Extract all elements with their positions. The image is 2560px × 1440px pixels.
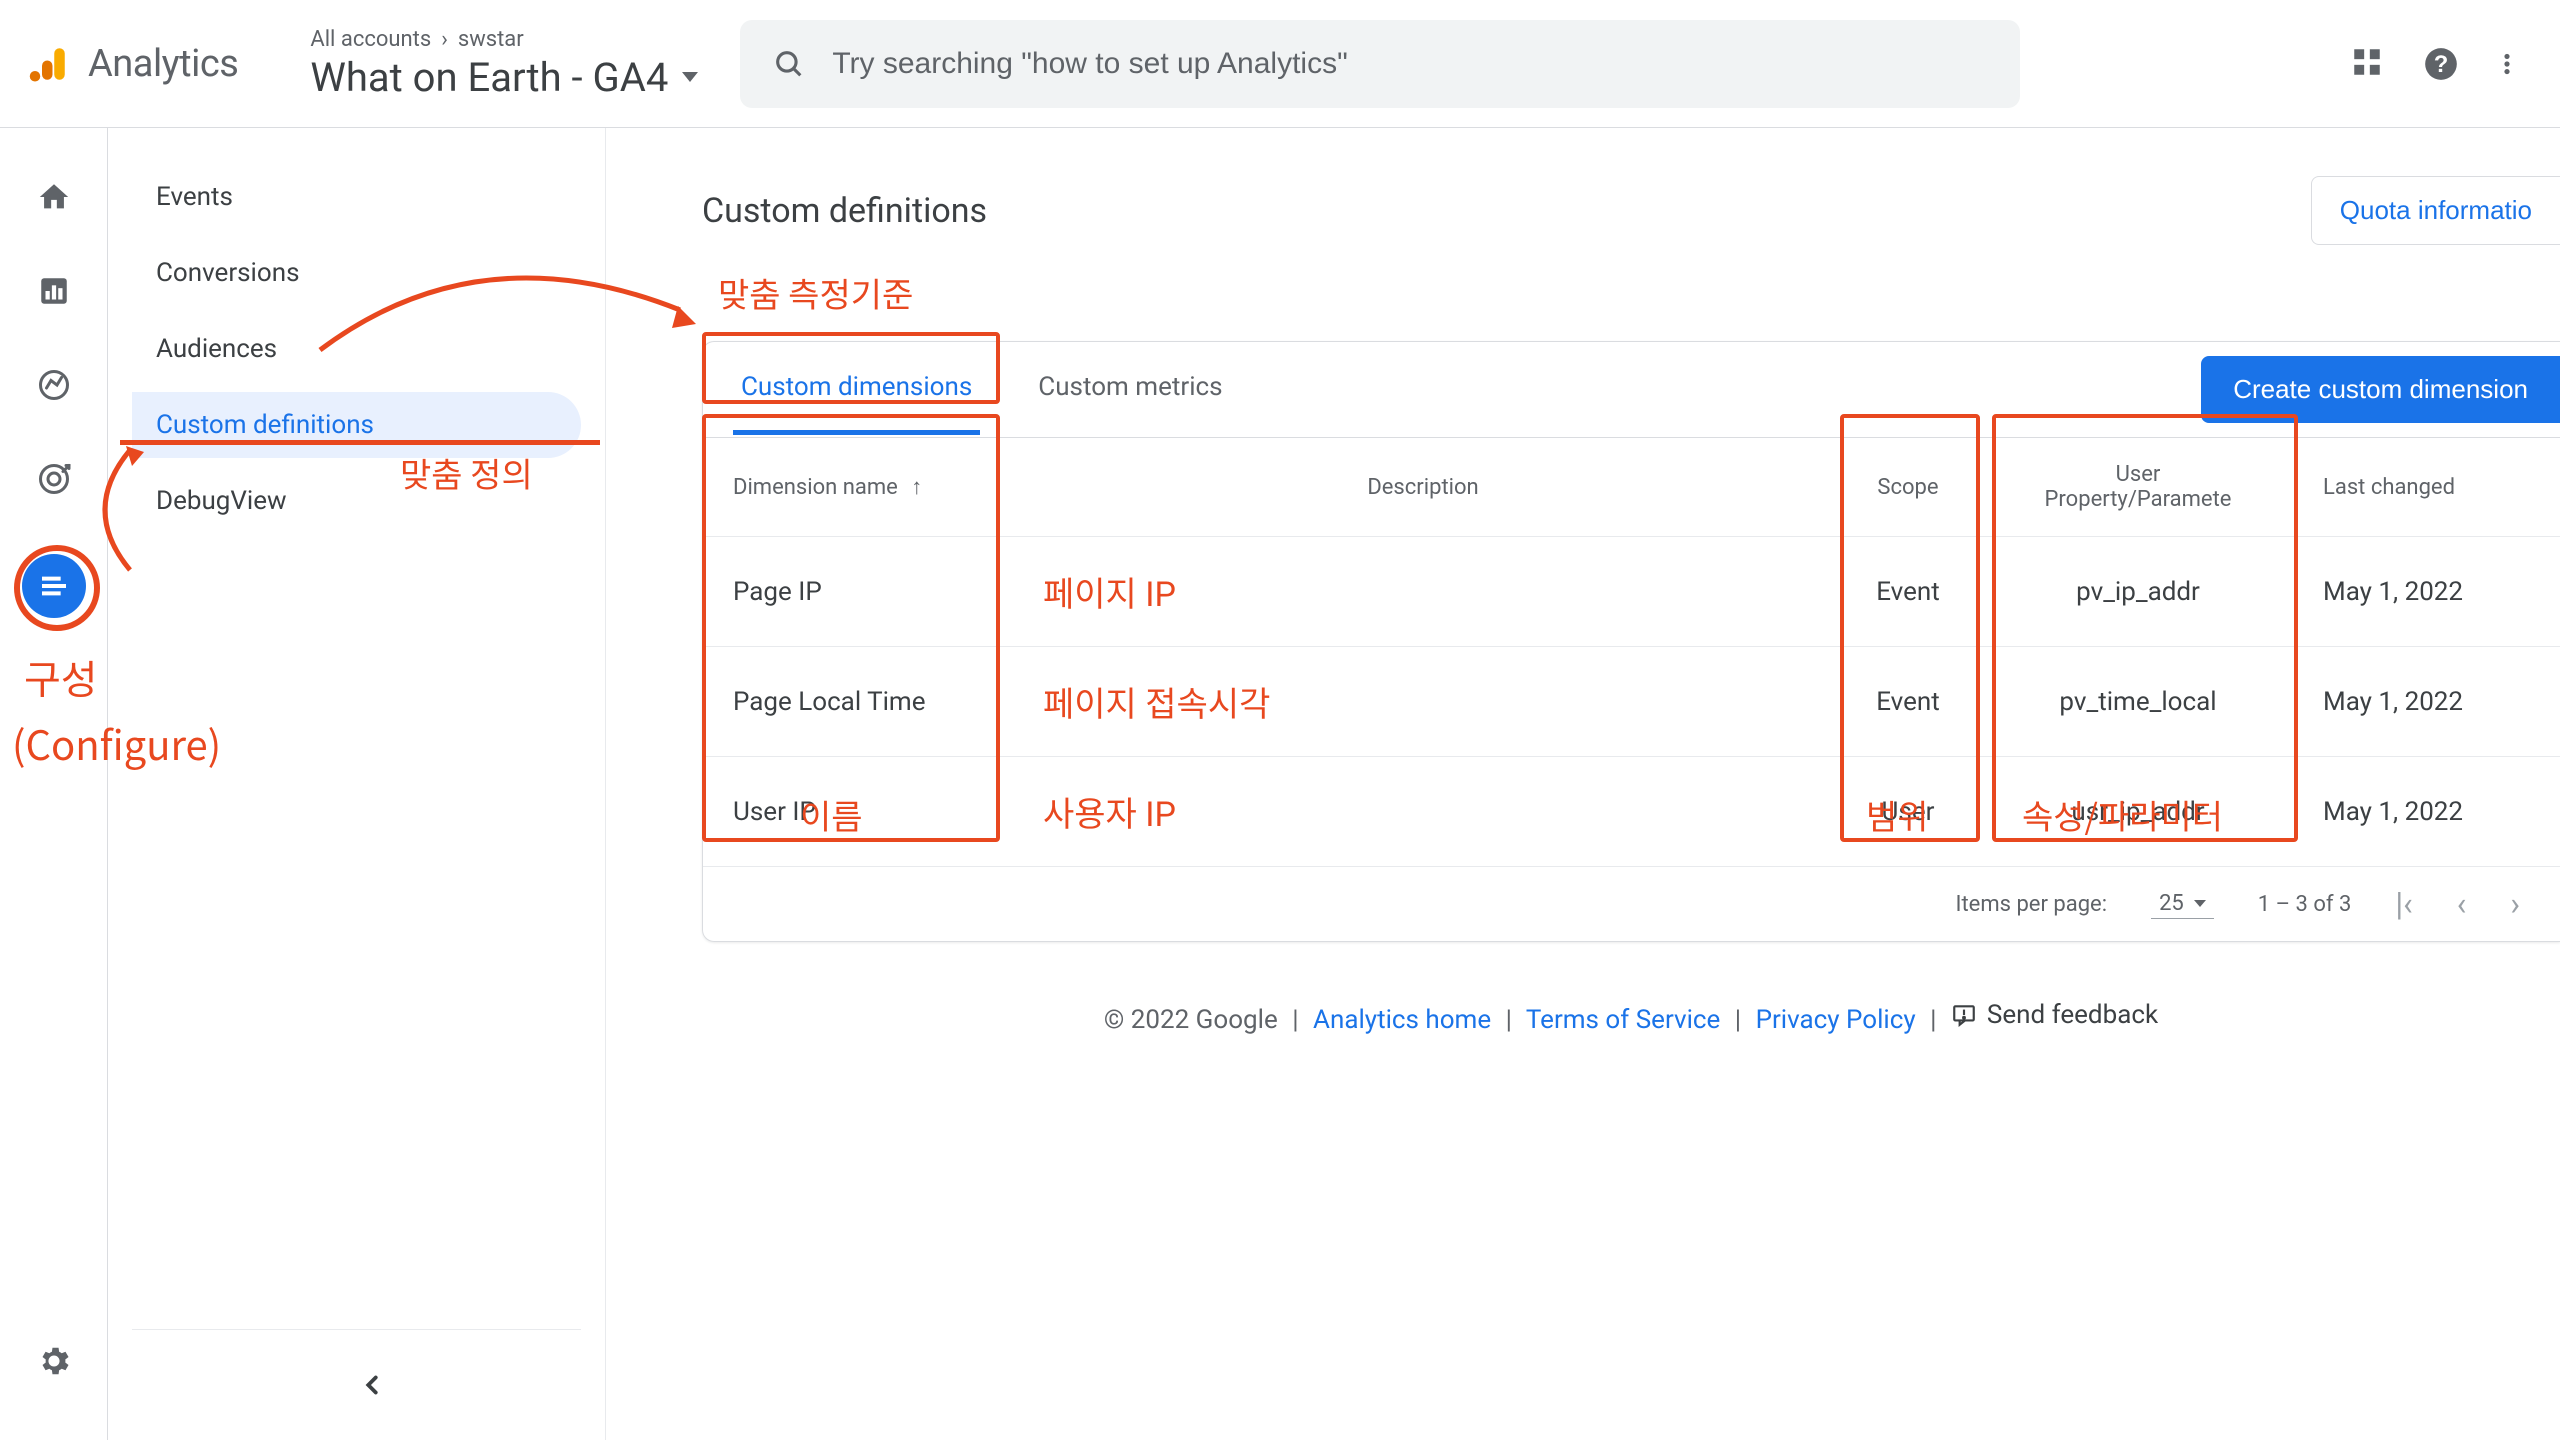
next-page-icon[interactable]: › xyxy=(2510,885,2520,923)
sidebar-item-audiences[interactable]: Audiences xyxy=(132,316,581,382)
left-rail xyxy=(0,128,108,1440)
prev-page-icon[interactable]: ‹ xyxy=(2457,885,2467,923)
feedback-icon xyxy=(1951,1002,1977,1028)
help-icon[interactable]: ? xyxy=(2422,45,2460,83)
logo-block[interactable]: Analytics xyxy=(28,42,238,86)
main-content: Custom definitions Quota informatio Cust… xyxy=(606,128,2560,1440)
search-icon xyxy=(772,47,806,81)
reports-icon[interactable] xyxy=(35,272,73,310)
pagination: Items per page: 25 1 – 3 of 3 |‹ ‹ › xyxy=(703,867,2560,941)
first-page-icon[interactable]: |‹ xyxy=(2395,885,2412,923)
property-name: What on Earth - GA4 xyxy=(310,54,668,101)
search-box[interactable] xyxy=(740,20,2020,108)
settings-icon[interactable] xyxy=(35,1342,73,1380)
quota-info-button[interactable]: Quota informatio xyxy=(2311,176,2560,245)
page-title: Custom definitions xyxy=(702,191,987,231)
col-description[interactable]: Description xyxy=(1013,438,1833,537)
sidebar-divider xyxy=(132,1329,581,1330)
table-row[interactable]: Page IP 페이지 IP Event pv_ip_addr May 1, 2… xyxy=(703,537,2560,647)
tab-custom-metrics[interactable]: Custom metrics xyxy=(1030,344,1230,435)
config-sidebar: Events Conversions Audiences Custom defi… xyxy=(108,128,606,1440)
breadcrumb-root: All accounts xyxy=(310,27,431,52)
brand-name: Analytics xyxy=(88,42,238,86)
table-row[interactable]: Page Local Time 페이지 접속시각 Event pv_time_l… xyxy=(703,647,2560,757)
tab-custom-dimensions[interactable]: Custom dimensions xyxy=(733,344,980,435)
sidebar-item-events[interactable]: Events xyxy=(132,164,581,230)
chevron-right-icon: › xyxy=(441,27,448,52)
items-per-page-label: Items per page: xyxy=(1956,892,2108,917)
home-icon[interactable] xyxy=(35,178,73,216)
sort-asc-icon: ↑ xyxy=(911,475,922,500)
send-feedback-button[interactable]: Send feedback xyxy=(1951,1000,2158,1030)
breadcrumb-account: swstar xyxy=(458,27,524,52)
collapse-sidebar-icon[interactable] xyxy=(357,1370,387,1400)
advertising-icon[interactable] xyxy=(35,460,73,498)
header-actions: ? xyxy=(2350,45,2532,83)
caret-down-icon[interactable] xyxy=(682,72,698,82)
dimensions-table: Dimension name ↑ Description Scope User … xyxy=(703,438,2560,867)
footer-link-terms[interactable]: Terms of Service xyxy=(1526,1005,1720,1035)
table-row[interactable]: User IP 사용자 IP User usr_ip_addr May 1, 2… xyxy=(703,757,2560,867)
analytics-logo-icon xyxy=(28,43,70,85)
page-range: 1 – 3 of 3 xyxy=(2258,892,2352,917)
sidebar-item-debugview[interactable]: DebugView xyxy=(132,468,581,534)
sidebar-item-conversions[interactable]: Conversions xyxy=(132,240,581,306)
caret-down-icon xyxy=(2194,900,2206,907)
sidebar-item-custom-definitions[interactable]: Custom definitions xyxy=(132,392,581,458)
col-dimension-name[interactable]: Dimension name ↑ xyxy=(703,438,1013,537)
footer: © 2022 Google | Analytics home | Terms o… xyxy=(702,1000,2560,1035)
tabs: Custom dimensions Custom metrics xyxy=(733,344,1231,435)
explore-icon[interactable] xyxy=(35,366,73,404)
col-last-changed[interactable]: Last changed xyxy=(2293,438,2560,537)
svg-text:?: ? xyxy=(2434,50,2449,77)
col-scope[interactable]: Scope xyxy=(1833,438,1983,537)
configure-icon[interactable] xyxy=(22,554,86,618)
more-vert-icon[interactable] xyxy=(2494,45,2532,83)
col-user-property[interactable]: User Property/Paramete xyxy=(1983,438,2293,537)
search-input[interactable] xyxy=(832,47,1988,81)
account-selector[interactable]: All accounts › swstar What on Earth - GA… xyxy=(310,27,698,101)
create-dimension-button[interactable]: Create custom dimension xyxy=(2201,356,2560,423)
footer-link-privacy[interactable]: Privacy Policy xyxy=(1756,1005,1916,1035)
breadcrumb: All accounts › swstar xyxy=(310,27,698,52)
apps-grid-icon[interactable] xyxy=(2350,45,2388,83)
app-header: Analytics All accounts › swstar What on … xyxy=(0,0,2560,128)
copyright: © 2022 Google xyxy=(1104,1005,1278,1035)
footer-link-analytics-home[interactable]: Analytics home xyxy=(1313,1005,1491,1035)
definitions-card: Custom dimensions Custom metrics Create … xyxy=(702,341,2560,942)
page-size-select[interactable]: 25 xyxy=(2151,889,2214,919)
